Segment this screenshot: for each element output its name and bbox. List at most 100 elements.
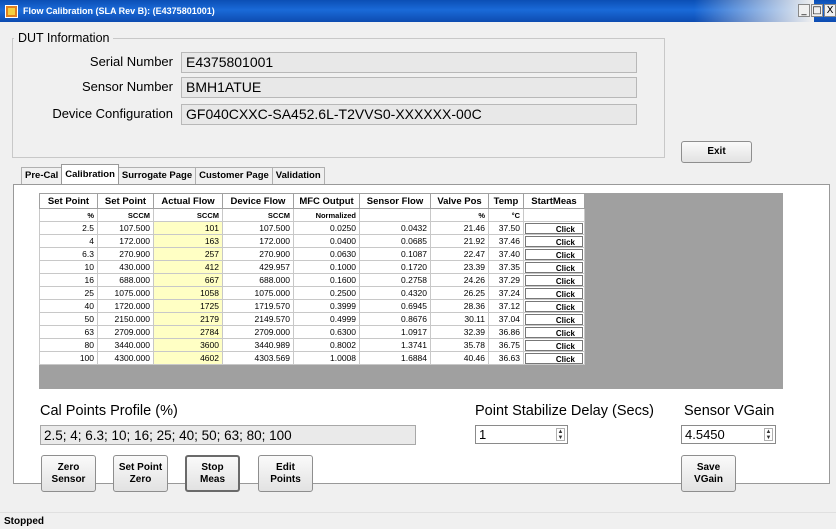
tab-customer-page[interactable]: Customer Page (195, 167, 273, 184)
table-row[interactable]: 10 430.000 412 429.957 0.1000 0.1720 23.39 37.3… (39, 260, 585, 274)
table-cell[interactable]: 21.46 (430, 221, 489, 235)
table-cell[interactable]: 2179 (153, 312, 223, 326)
table-cell[interactable]: 1058 (153, 286, 223, 300)
table-row[interactable]: 40 1720.000 1725 1719.570 0.3999 0.6945 28.36 3… (39, 299, 585, 313)
start-meas-click-button[interactable]: Click (525, 235, 583, 247)
tab-pre-cal[interactable]: Pre-Cal (21, 167, 63, 184)
table-cell[interactable]: 1075.000 (222, 286, 294, 300)
table-cell[interactable]: 2709.000 (97, 325, 154, 339)
table-cell[interactable]: 26.25 (430, 286, 489, 300)
table-cell[interactable]: 0.0400 (293, 234, 360, 248)
table-cell[interactable]: 1075.000 (97, 286, 154, 300)
table-cell[interactable]: 0.8002 (293, 338, 360, 352)
col-sensor-flow[interactable]: Sensor Flow (359, 193, 431, 209)
table-cell[interactable]: 16 (39, 273, 98, 287)
col-valve-pos[interactable]: Valve Pos (430, 193, 489, 209)
close-button[interactable]: X (824, 4, 836, 17)
table-cell[interactable]: 163 (153, 234, 223, 248)
col-set-point-sccm[interactable]: Set Point (97, 193, 154, 209)
table-cell[interactable]: 270.900 (222, 247, 294, 261)
table-cell[interactable]: 1.0917 (359, 325, 431, 339)
table-row[interactable]: 25 1075.000 1058 1075.000 0.2500 0.4320 26.25 3… (39, 286, 585, 300)
table-cell[interactable]: 0.6300 (293, 325, 360, 339)
table-cell[interactable]: 4602 (153, 351, 223, 365)
table-cell[interactable]: 2149.570 (222, 312, 294, 326)
table-cell[interactable]: 667 (153, 273, 223, 287)
table-row[interactable]: 50 2150.000 2179 2149.570 0.4999 0.8676 30.11 3… (39, 312, 585, 326)
table-cell[interactable]: 688.000 (222, 273, 294, 287)
tab-calibration[interactable]: Calibration (61, 164, 119, 184)
table-cell[interactable]: 0.3999 (293, 299, 360, 313)
table-row[interactable]: 80 3440.000 3600 3440.989 0.8002 1.3741 35.78 3… (39, 338, 585, 352)
table-cell[interactable]: 0.0250 (293, 221, 360, 235)
table-cell[interactable]: 22.47 (430, 247, 489, 261)
spinner-arrows-icon[interactable]: ▲ ▼ (764, 428, 773, 441)
table-cell[interactable]: 37.46 (488, 234, 524, 248)
start-meas-click-button[interactable]: Click (525, 274, 583, 286)
start-meas-click-button[interactable]: Click (525, 248, 583, 260)
table-cell[interactable]: 1720.000 (97, 299, 154, 313)
col-actual-flow[interactable]: Actual Flow (153, 193, 223, 209)
table-cell[interactable]: 0.1720 (359, 260, 431, 274)
table-cell[interactable]: 3600 (153, 338, 223, 352)
table-cell[interactable]: 2709.000 (222, 325, 294, 339)
table-cell[interactable]: 4 (39, 234, 98, 248)
table-cell[interactable]: 37.29 (488, 273, 524, 287)
spinner-arrows-icon[interactable]: ▲ ▼ (556, 428, 565, 441)
start-meas-click-button[interactable]: Click (525, 222, 583, 234)
table-cell[interactable]: 0.1000 (293, 260, 360, 274)
tab-validation[interactable]: Validation (271, 167, 325, 184)
exit-button[interactable]: Exit (681, 141, 752, 163)
table-cell[interactable]: 1725 (153, 299, 223, 313)
table-cell[interactable]: 28.36 (430, 299, 489, 313)
table-cell[interactable]: 107.500 (97, 221, 154, 235)
save-vgain-button[interactable]: Save VGain (681, 455, 736, 492)
table-cell[interactable]: 0.4320 (359, 286, 431, 300)
table-cell[interactable]: 63 (39, 325, 98, 339)
table-cell[interactable]: 25 (39, 286, 98, 300)
start-meas-click-button[interactable]: Click (525, 313, 583, 325)
stabilize-delay-spinner[interactable]: 1 ▲ ▼ (475, 425, 568, 444)
minimize-button[interactable]: _ (798, 4, 810, 17)
table-row[interactable]: 2.5 107.500 101 107.500 0.0250 0.0432 21.46 37.… (39, 221, 585, 235)
table-cell[interactable]: 0.1087 (359, 247, 431, 261)
table-cell[interactable]: 270.900 (97, 247, 154, 261)
table-cell[interactable]: 257 (153, 247, 223, 261)
table-cell[interactable]: 36.63 (488, 351, 524, 365)
table-cell[interactable]: 30.11 (430, 312, 489, 326)
col-set-point-pct[interactable]: Set Point (39, 193, 98, 209)
table-cell[interactable]: 0.6945 (359, 299, 431, 313)
table-cell[interactable]: 100 (39, 351, 98, 365)
table-cell[interactable]: 37.24 (488, 286, 524, 300)
table-cell[interactable]: 1719.570 (222, 299, 294, 313)
table-cell[interactable]: 0.8676 (359, 312, 431, 326)
col-temp[interactable]: Temp (488, 193, 524, 209)
table-cell[interactable]: 1.6884 (359, 351, 431, 365)
table-cell[interactable]: 172.000 (97, 234, 154, 248)
table-row[interactable]: 100 4300.000 4602 4303.569 1.0008 1.6884 40.46… (39, 351, 585, 365)
maximize-button[interactable]: □ (811, 4, 823, 17)
table-cell[interactable]: 40.46 (430, 351, 489, 365)
table-cell[interactable]: 0.2500 (293, 286, 360, 300)
table-cell[interactable]: 2.5 (39, 221, 98, 235)
table-cell[interactable]: 37.35 (488, 260, 524, 274)
start-meas-click-button[interactable]: Click (525, 352, 583, 364)
table-cell[interactable]: 80 (39, 338, 98, 352)
start-meas-click-button[interactable]: Click (525, 326, 583, 338)
table-cell[interactable]: 35.78 (430, 338, 489, 352)
table-cell[interactable]: 3440.989 (222, 338, 294, 352)
table-cell[interactable]: 0.4999 (293, 312, 360, 326)
col-start-meas[interactable]: StartMeas (523, 193, 585, 209)
col-mfc-output[interactable]: MFC Output (293, 193, 360, 209)
table-cell[interactable]: 21.92 (430, 234, 489, 248)
zero-sensor-button[interactable]: Zero Sensor (41, 455, 96, 492)
table-cell[interactable]: 1.0008 (293, 351, 360, 365)
table-cell[interactable]: 688.000 (97, 273, 154, 287)
table-cell[interactable]: 0.0685 (359, 234, 431, 248)
table-cell[interactable]: 37.50 (488, 221, 524, 235)
table-cell[interactable]: 4303.569 (222, 351, 294, 365)
table-row[interactable]: 6.3 270.900 257 270.900 0.0630 0.1087 22.47 37.… (39, 247, 585, 261)
table-cell[interactable]: 6.3 (39, 247, 98, 261)
table-cell[interactable]: 430.000 (97, 260, 154, 274)
table-row[interactable]: 4 172.000 163 172.000 0.0400 0.0685 21.92 37.46… (39, 234, 585, 248)
